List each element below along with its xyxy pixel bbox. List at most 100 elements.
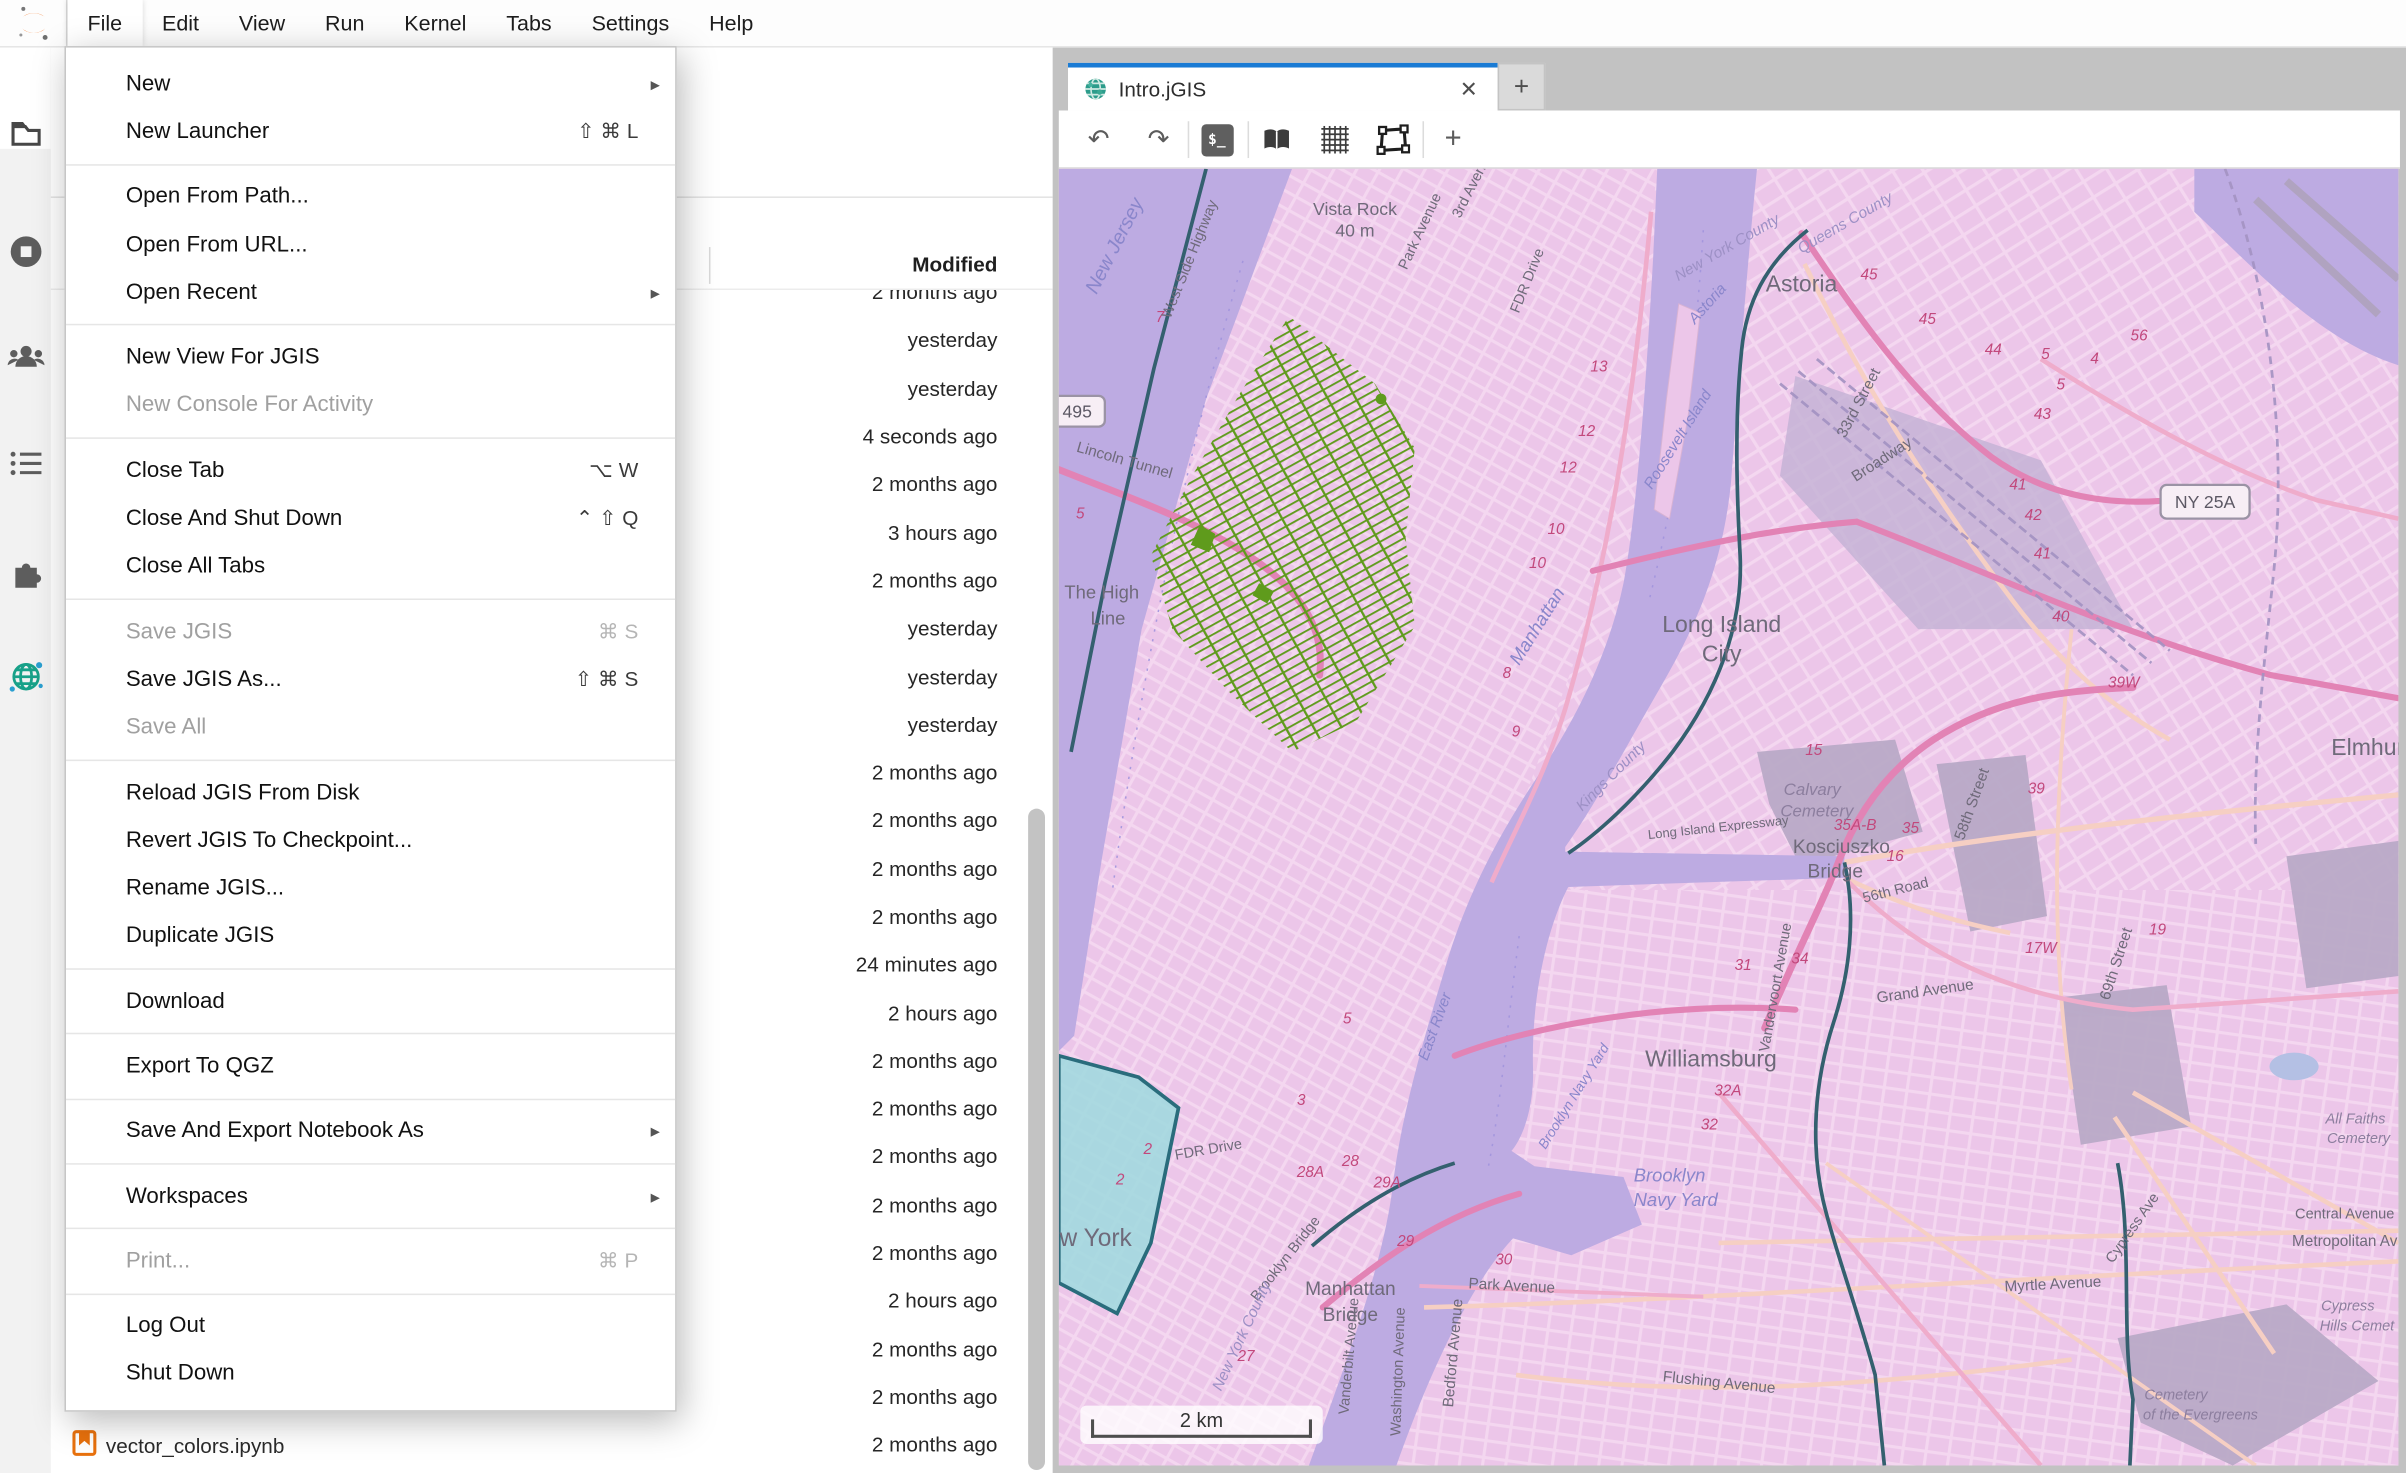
modified-time: 2 months ago — [872, 473, 998, 496]
menubar-item-run[interactable]: Run — [305, 0, 384, 46]
column-divider[interactable] — [709, 247, 711, 284]
route-shield: 32A — [1714, 1083, 1741, 1100]
modified-column-header[interactable]: Modified — [912, 253, 997, 276]
menu-item-new[interactable]: New▸ — [66, 60, 675, 108]
menubar-item-settings[interactable]: Settings — [572, 0, 690, 46]
menu-item-workspaces[interactable]: Workspaces▸ — [66, 1172, 675, 1220]
menubar-item-kernel[interactable]: Kernel — [384, 0, 486, 46]
menu-item-close-and-shut-down[interactable]: Close And Shut Down⌃ ⇧ Q — [66, 495, 675, 543]
map-label: All Faiths — [2325, 1111, 2386, 1127]
undo-icon[interactable]: ↶ — [1077, 110, 1120, 168]
extensions-icon[interactable] — [0, 546, 51, 597]
route-shield: 30 — [1495, 1251, 1513, 1268]
add-layer-icon[interactable]: + — [1433, 110, 1473, 168]
menu-divider — [66, 437, 675, 439]
modified-time: 2 months ago — [872, 1145, 998, 1168]
menu-item-save-jgis[interactable]: Save JGIS⌘ S — [66, 608, 675, 656]
map-label: Cemetery — [2144, 1387, 2209, 1403]
modified-time: 2 months ago — [872, 1242, 998, 1265]
menu-item-new-launcher[interactable]: New Launcher⇧ ⌘ L — [66, 108, 675, 156]
menu-bar: FileEditViewRunKernelTabsSettingsHelp — [0, 0, 2406, 48]
menu-item-print[interactable]: Print...⌘ P — [66, 1237, 675, 1285]
map-label: City — [1702, 640, 1742, 666]
menu-item-log-out[interactable]: Log Out — [66, 1302, 675, 1350]
route-shield: 15 — [1805, 742, 1823, 759]
menu-divider — [66, 968, 675, 970]
map-canvas[interactable]: 495NY 25A 751312121010894545445456543414… — [1059, 169, 2399, 1466]
modified-time: 2 months ago — [872, 761, 998, 784]
modified-time: yesterday — [908, 329, 998, 352]
menu-item-close-all-tabs[interactable]: Close All Tabs — [66, 543, 675, 591]
route-shield: 12 — [1560, 460, 1578, 477]
route-shield: 34 — [1791, 951, 1808, 968]
tab-intro-jgis[interactable]: Intro.jGIS ✕ — [1068, 63, 1498, 111]
notebook-icon — [72, 1429, 97, 1464]
menu-divider — [66, 1033, 675, 1035]
route-badge-label: NY 25A — [2175, 492, 2236, 512]
menu-item-open-from-url[interactable]: Open From URL... — [66, 221, 675, 269]
menubar-item-edit[interactable]: Edit — [142, 0, 219, 46]
menubar-item-tabs[interactable]: Tabs — [486, 0, 571, 46]
toolbar-separator — [1248, 121, 1250, 158]
route-shield: 19 — [2149, 922, 2167, 939]
menu-item-duplicate-jgis[interactable]: Duplicate JGIS — [66, 913, 675, 961]
menubar-item-view[interactable]: View — [219, 0, 305, 46]
modified-time: 2 months ago — [872, 1049, 998, 1072]
menu-item-save-and-export-notebook-as[interactable]: Save And Export Notebook As▸ — [66, 1107, 675, 1155]
map-label: w York — [1059, 1225, 1133, 1252]
menu-item-close-tab[interactable]: Close Tab⌥ W — [66, 447, 675, 495]
modified-time: yesterday — [908, 617, 998, 640]
map-label: Central Avenue — [2295, 1206, 2394, 1222]
route-shield: 13 — [1590, 358, 1608, 375]
tab-close-icon[interactable]: ✕ — [1460, 76, 1478, 102]
map-label: Elmhur — [2331, 734, 2398, 760]
menu-item-new-view-for-jgis[interactable]: New View For JGIS — [66, 334, 675, 382]
menubar-item-file[interactable]: File — [68, 0, 143, 46]
modified-time: yesterday — [908, 377, 998, 400]
menu-item-rename-jgis[interactable]: Rename JGIS... — [66, 865, 675, 913]
menu-divider — [66, 1293, 675, 1295]
file-row-vector-colors[interactable]: vector_colors.ipynb — [51, 1422, 1053, 1470]
menu-divider — [66, 1098, 675, 1100]
modified-time: 2 hours ago — [888, 1001, 997, 1024]
route-shield: 4 — [2090, 351, 2099, 368]
map-label: Metropolitan Av — [2292, 1233, 2398, 1250]
file-name: vector_colors.ipynb — [106, 1435, 284, 1458]
route-shield: 17W — [2025, 940, 2058, 957]
route-shield: 35 — [1902, 820, 1920, 837]
menu-item-open-from-path[interactable]: Open From Path... — [66, 173, 675, 221]
route-shield: 40 — [2052, 608, 2070, 625]
file-menu-dropdown: New▸New Launcher⇧ ⌘ LOpen From Path...Op… — [64, 46, 676, 1412]
toolbar-separator — [1422, 121, 1424, 158]
menu-item-save-all[interactable]: Save All — [66, 704, 675, 752]
menu-item-open-recent[interactable]: Open Recent▸ — [66, 269, 675, 317]
jgis-globe-icon[interactable] — [0, 651, 51, 702]
route-shield: 9 — [1512, 724, 1521, 741]
running-kernels-icon[interactable] — [0, 226, 51, 277]
menu-item-new-console-for-activity[interactable]: New Console For Activity — [66, 382, 675, 430]
identify-book-icon[interactable] — [1258, 110, 1295, 168]
map-label: Brooklyn — [1634, 1165, 1706, 1186]
collaboration-icon[interactable] — [0, 331, 51, 382]
modified-time: 24 minutes ago — [856, 953, 998, 976]
file-list-scrollbar[interactable] — [1028, 809, 1045, 1470]
menubar-item-help[interactable]: Help — [689, 0, 773, 46]
map-label: Kosciuszko — [1793, 837, 1890, 858]
new-tab-button[interactable]: + — [1498, 63, 1546, 111]
menu-divider — [66, 1163, 675, 1165]
console-icon[interactable]: $_ — [1200, 110, 1234, 168]
scale-bar: 2 km — [1080, 1406, 1322, 1444]
map-view[interactable]: 495NY 25A 751312121010894545445456543414… — [1059, 169, 2399, 1466]
menu-item-save-jgis-as[interactable]: Save JGIS As...⇧ ⌘ S — [66, 656, 675, 704]
menu-item-shut-down[interactable]: Shut Down — [66, 1350, 675, 1398]
temporal-grid-icon[interactable] — [1317, 110, 1354, 168]
menu-item-download[interactable]: Download — [66, 978, 675, 1026]
menu-item-export-to-qgz[interactable]: Export To QGZ — [66, 1042, 675, 1090]
redo-icon[interactable]: ↷ — [1137, 110, 1180, 168]
menu-item-revert-jgis-to-checkpoint[interactable]: Revert JGIS To Checkpoint... — [66, 817, 675, 865]
jupyter-logo[interactable] — [0, 0, 68, 46]
table-of-contents-icon[interactable] — [0, 437, 51, 488]
select-polygon-icon[interactable] — [1373, 110, 1413, 168]
menu-item-reload-jgis-from-disk[interactable]: Reload JGIS From Disk — [66, 769, 675, 817]
file-browser-icon[interactable] — [0, 107, 51, 158]
